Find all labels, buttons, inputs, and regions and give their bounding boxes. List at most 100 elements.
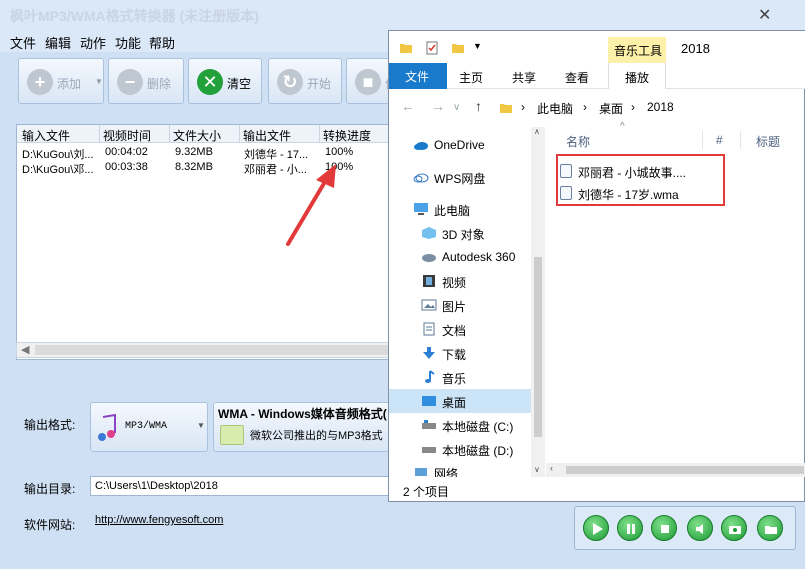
col-size[interactable]: 文件大小 bbox=[173, 127, 221, 144]
red-arrow-annotation bbox=[286, 164, 336, 246]
status-bar-count: 2 个项目 bbox=[403, 485, 450, 499]
autodesk-icon bbox=[422, 254, 436, 262]
breadcrumb-2018[interactable]: 2018 bbox=[647, 100, 674, 114]
menu-help[interactable]: 帮助 bbox=[149, 33, 175, 52]
col-title[interactable]: 标题 bbox=[756, 133, 780, 150]
pause-button[interactable] bbox=[617, 515, 643, 541]
nav-item-network[interactable]: 网络 bbox=[389, 463, 531, 477]
plus-icon: + bbox=[27, 69, 53, 95]
folder-icon bbox=[500, 104, 512, 113]
chevron-down-icon[interactable]: ∨ bbox=[453, 102, 460, 113]
picture-icon bbox=[421, 299, 437, 311]
col-progress[interactable]: 转换进度 bbox=[323, 127, 371, 144]
tab-file[interactable]: 文件 bbox=[389, 63, 447, 89]
speaker-icon bbox=[696, 524, 703, 534]
play-button[interactable] bbox=[583, 515, 609, 541]
file-list-scrollbar[interactable]: ◀ bbox=[16, 342, 396, 358]
format-description: 微软公司推出的与MP3格式 bbox=[250, 430, 383, 442]
desktop-icon bbox=[422, 396, 436, 406]
address-bar: ← → ∨ ↑ › 此电脑 › 桌面 › 2018 bbox=[389, 93, 805, 121]
back-icon[interactable]: ← bbox=[401, 98, 415, 114]
tab-share[interactable]: 共享 bbox=[512, 69, 536, 86]
minus-icon: − bbox=[117, 69, 143, 95]
menu-function[interactable]: 功能 bbox=[115, 33, 141, 52]
scroll-up-icon[interactable]: ∧ bbox=[534, 127, 540, 136]
document-icon bbox=[423, 322, 435, 336]
navigation-scrollbar[interactable]: ∧ ∨ bbox=[531, 127, 545, 477]
cloud-icon bbox=[414, 142, 428, 150]
breadcrumb-sep: › bbox=[631, 100, 635, 114]
tab-play[interactable]: 播放 bbox=[608, 63, 666, 89]
scroll-left-icon[interactable]: ‹ bbox=[550, 463, 553, 473]
music-tools-label: 音乐工具 bbox=[608, 37, 666, 63]
nav-item-desktop[interactable]: 桌面 bbox=[389, 389, 531, 413]
camera-icon bbox=[729, 526, 741, 534]
website-link[interactable]: http://www.fengyesoft.com bbox=[95, 514, 223, 526]
nav-item-pictures[interactable]: 图片 bbox=[389, 293, 531, 317]
toolbar: + 添加 ▼ − 删除 ✕ 清空 ↻ 开始 ■ 停 bbox=[10, 54, 405, 109]
nav-item-disk-c[interactable]: 本地磁盘 (C:) bbox=[389, 413, 531, 437]
content-scrollbar[interactable]: ‹ bbox=[546, 463, 805, 477]
up-icon[interactable]: ↑ bbox=[475, 98, 482, 114]
clear-x-icon: ✕ bbox=[197, 69, 223, 95]
tab-home[interactable]: 主页 bbox=[459, 69, 483, 86]
forward-icon[interactable]: → bbox=[431, 98, 445, 114]
menu-edit[interactable]: 编辑 bbox=[45, 33, 71, 52]
output-dir-label: 输出目录: bbox=[24, 482, 76, 496]
delete-button[interactable]: − 删除 bbox=[108, 58, 184, 104]
nav-item-onedrive[interactable]: OneDrive bbox=[389, 133, 531, 157]
play-icon bbox=[593, 523, 603, 535]
stop-playback-button[interactable] bbox=[651, 515, 677, 541]
explorer-window: ▼ 音乐工具 2018 文件 主页 共享 查看 播放 ← → ∨ ↑ › 此电脑… bbox=[388, 30, 805, 502]
screenshot-button[interactable] bbox=[721, 515, 747, 541]
col-name[interactable]: 名称 bbox=[566, 133, 590, 150]
add-button[interactable]: + 添加 ▼ bbox=[18, 58, 104, 104]
nav-item-disk-d[interactable]: 本地磁盘 (D:) bbox=[389, 437, 531, 461]
nav-item-music[interactable]: 音乐 bbox=[389, 365, 531, 389]
chevron-down-icon: ▼ bbox=[197, 421, 205, 430]
breadcrumb-desktop[interactable]: 桌面 bbox=[599, 100, 623, 117]
pause-icon bbox=[627, 524, 635, 534]
chevron-down-icon: ▼ bbox=[95, 77, 103, 86]
format-info: WMA - Windows媒体音频格式( 微软公司推出的与MP3格式 bbox=[213, 402, 395, 452]
scroll-left-icon[interactable]: ◀ bbox=[21, 343, 29, 356]
nav-item-wps[interactable]: WPS网盘 bbox=[389, 165, 531, 189]
music-icon bbox=[425, 370, 435, 383]
tab-view[interactable]: 查看 bbox=[565, 69, 589, 86]
new-folder-icon[interactable] bbox=[451, 41, 465, 55]
computer-icon bbox=[414, 203, 428, 215]
folder-open-icon bbox=[765, 526, 777, 534]
menu-file[interactable]: 文件 bbox=[10, 33, 36, 52]
open-folder-button[interactable] bbox=[757, 515, 783, 541]
ribbon-tabs: 文件 主页 共享 查看 播放 bbox=[389, 63, 805, 89]
explorer-title-bar: ▼ 音乐工具 2018 bbox=[389, 31, 805, 63]
network-icon bbox=[415, 468, 427, 476]
nav-item-documents[interactable]: 文档 bbox=[389, 317, 531, 341]
nav-item-this-pc[interactable]: 此电脑 bbox=[389, 197, 531, 221]
col-duration[interactable]: 视频时间 bbox=[103, 127, 151, 144]
col-output-file[interactable]: 输出文件 bbox=[243, 127, 291, 144]
nav-item-autodesk[interactable]: Autodesk 360 bbox=[389, 245, 531, 269]
volume-button[interactable] bbox=[687, 515, 713, 541]
col-number[interactable]: # bbox=[716, 133, 723, 147]
properties-icon[interactable] bbox=[425, 41, 439, 55]
menu-action[interactable]: 动作 bbox=[80, 33, 106, 52]
close-icon[interactable]: ✕ bbox=[758, 5, 771, 25]
explorer-folder-title: 2018 bbox=[681, 41, 710, 56]
breadcrumb-sep: › bbox=[583, 100, 587, 114]
col-input-file[interactable]: 输入文件 bbox=[22, 127, 70, 144]
chevron-down-icon[interactable]: ▼ bbox=[473, 41, 482, 51]
output-dir-input[interactable]: C:\Users\1\Desktop\2018 bbox=[90, 476, 395, 496]
nav-item-downloads[interactable]: 下载 bbox=[389, 341, 531, 365]
cube-icon bbox=[422, 227, 436, 239]
nav-item-3d[interactable]: 3D 对象 bbox=[389, 221, 531, 245]
start-button[interactable]: ↻ 开始 bbox=[268, 58, 342, 104]
music-file-icon bbox=[98, 413, 116, 441]
breadcrumb-this-pc[interactable]: 此电脑 bbox=[537, 100, 573, 117]
scroll-down-icon[interactable]: ∨ bbox=[534, 465, 540, 474]
format-select[interactable]: MP3/WMA ▼ bbox=[90, 402, 208, 452]
nav-item-videos[interactable]: 视频 bbox=[389, 269, 531, 293]
format-name: WMA - Windows媒体音频格式( bbox=[218, 407, 387, 421]
clear-button[interactable]: ✕ 清空 bbox=[188, 58, 262, 104]
output-format-label: 输出格式: bbox=[24, 418, 76, 432]
